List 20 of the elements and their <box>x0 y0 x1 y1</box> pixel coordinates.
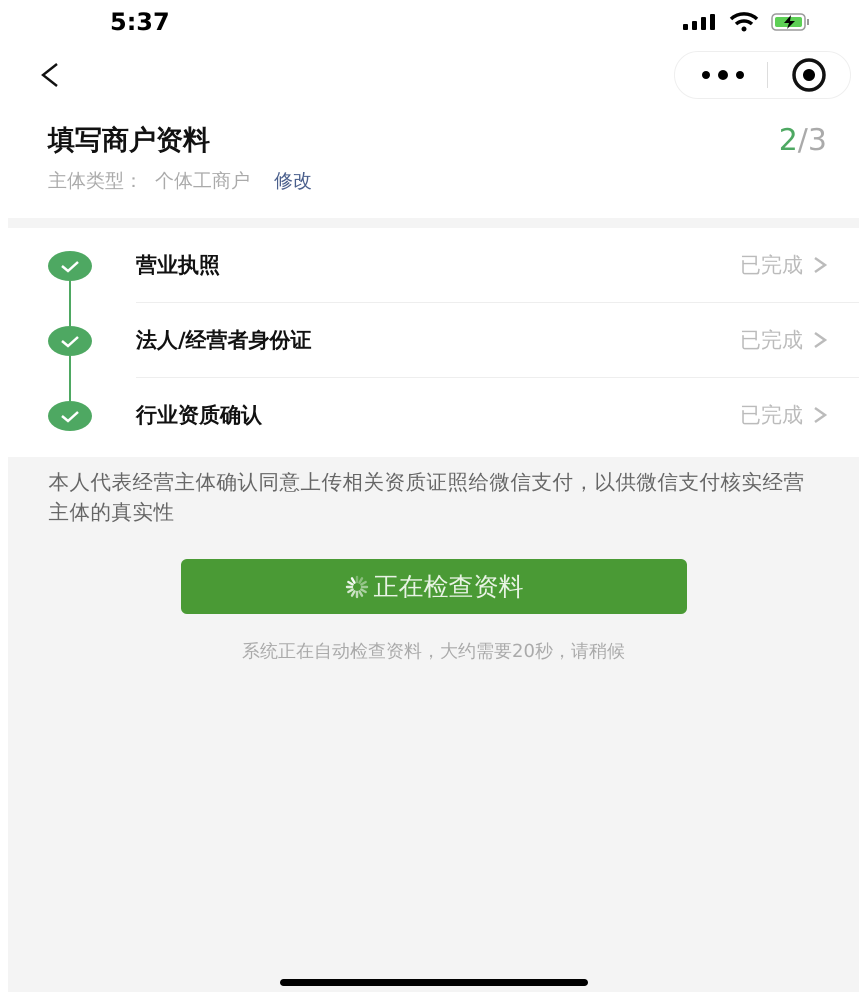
step-status: 已完成 <box>740 252 803 279</box>
subject-value: 个体工商户 <box>155 169 250 194</box>
edit-link[interactable]: 修改 <box>274 168 312 194</box>
signal-icon <box>683 14 717 30</box>
step-status: 已完成 <box>740 402 803 429</box>
step-label[interactable]: 营业执照 <box>136 251 730 279</box>
more-icon[interactable] <box>701 69 745 81</box>
progress-total: /3 <box>798 122 827 158</box>
consent-text: 本人代表经营主体确认同意上传相关资质证照给微信支付，以供微信支付核实经营主体的真实性 <box>48 469 806 526</box>
back-button[interactable] <box>40 62 60 88</box>
hint-text: 系统正在自动检查资料，大约需要20秒，请稍候 <box>241 640 626 664</box>
step-label[interactable]: 法人/经营者身份证 <box>136 326 730 354</box>
page-title: 填写商户资料 <box>48 124 210 158</box>
status-time: 5:37 <box>110 8 170 36</box>
battery-icon <box>771 12 811 32</box>
progress-current: 2 <box>778 122 798 158</box>
step-label[interactable]: 行业资质确认 <box>136 401 730 429</box>
step-status: 已完成 <box>740 327 803 354</box>
wifi-icon <box>729 12 759 32</box>
subject-label: 主体类型： <box>48 169 143 194</box>
